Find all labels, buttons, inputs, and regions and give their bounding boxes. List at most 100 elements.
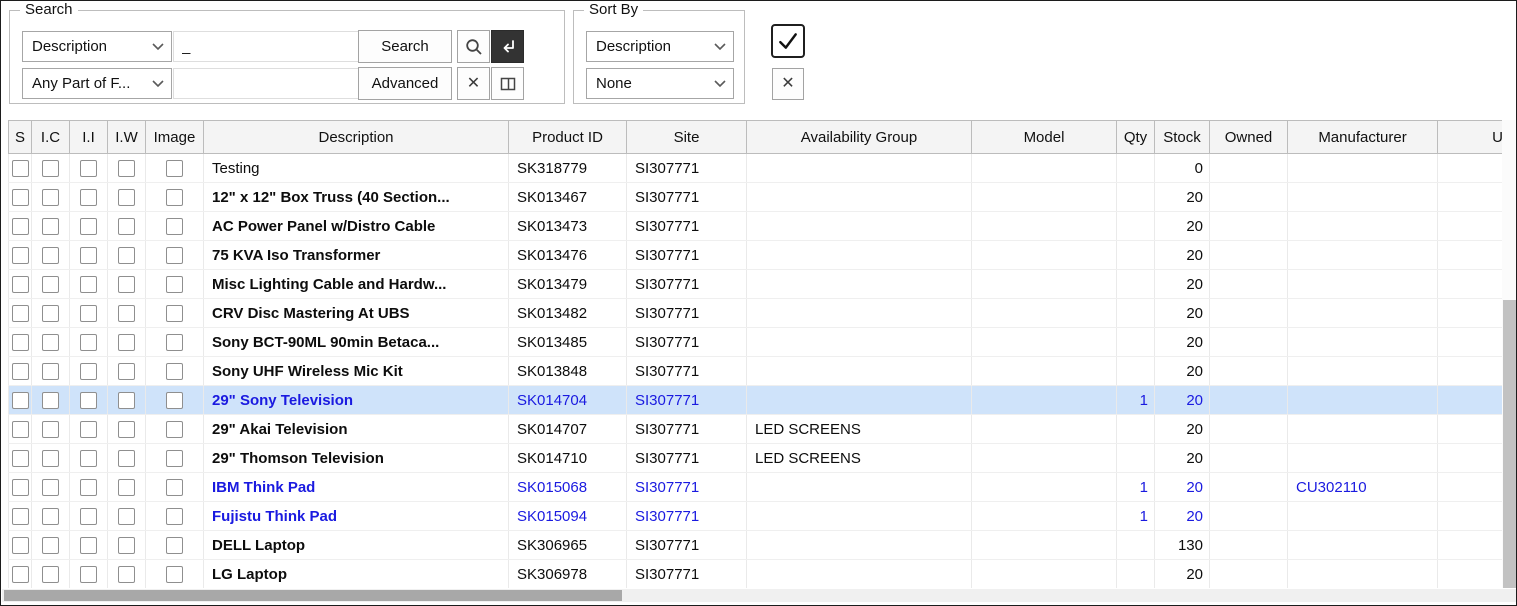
cell-owned[interactable] [1210, 270, 1288, 299]
row-checkbox-ic[interactable] [42, 537, 59, 554]
row-checkbox-iw[interactable] [118, 305, 135, 322]
search-input[interactable] [173, 31, 364, 62]
cell-availability_group[interactable] [747, 328, 972, 357]
cell-product_id[interactable]: SK013479 [509, 270, 627, 299]
cell-stock[interactable]: 20 [1155, 328, 1210, 357]
table-row[interactable]: Sony BCT-90ML 90min Betaca...SK013485SI3… [9, 328, 1503, 357]
cell-availability_group[interactable]: LED SCREENS [747, 444, 972, 473]
cell-model[interactable] [972, 212, 1117, 241]
cell-manufacturer[interactable] [1288, 328, 1438, 357]
column-header-product_id[interactable]: Product ID [509, 121, 627, 154]
row-checkbox-image[interactable] [166, 421, 183, 438]
row-checkbox-ic[interactable] [42, 450, 59, 467]
cell-owned[interactable] [1210, 415, 1288, 444]
cell-qty[interactable] [1117, 531, 1155, 560]
row-checkbox-iw[interactable] [118, 392, 135, 409]
cell-model[interactable] [972, 444, 1117, 473]
table-row[interactable]: 29" Thomson TelevisionSK014710SI307771LE… [9, 444, 1503, 473]
cell-stock[interactable]: 20 [1155, 299, 1210, 328]
advanced-button[interactable]: Advanced [358, 67, 452, 100]
row-checkbox-iw[interactable] [118, 508, 135, 525]
row-checkbox-ic[interactable] [42, 334, 59, 351]
cell-stock[interactable]: 20 [1155, 270, 1210, 299]
cell-stock[interactable]: 20 [1155, 357, 1210, 386]
row-checkbox-s[interactable] [12, 479, 29, 496]
cell-owned[interactable] [1210, 502, 1288, 531]
cell-model[interactable] [972, 357, 1117, 386]
column-header-image[interactable]: Image [146, 121, 204, 154]
cell-owned[interactable] [1210, 183, 1288, 212]
cell-u[interactable] [1438, 560, 1503, 589]
cell-qty[interactable] [1117, 241, 1155, 270]
row-checkbox-ic[interactable] [42, 218, 59, 235]
row-checkbox-s[interactable] [12, 392, 29, 409]
cell-owned[interactable] [1210, 212, 1288, 241]
row-checkbox-image[interactable] [166, 247, 183, 264]
cell-model[interactable] [972, 154, 1117, 183]
cell-qty[interactable]: 1 [1117, 502, 1155, 531]
row-checkbox-ii[interactable] [80, 334, 97, 351]
row-checkbox-image[interactable] [166, 537, 183, 554]
clear-search-button[interactable]: ✕ [457, 67, 490, 100]
cell-u[interactable] [1438, 444, 1503, 473]
row-checkbox-ii[interactable] [80, 450, 97, 467]
cell-qty[interactable]: 1 [1117, 386, 1155, 415]
cell-qty[interactable] [1117, 299, 1155, 328]
cell-qty[interactable]: 1 [1117, 473, 1155, 502]
cell-description[interactable]: Testing [204, 154, 509, 183]
cell-availability_group[interactable] [747, 502, 972, 531]
cell-stock[interactable]: 20 [1155, 386, 1210, 415]
cell-owned[interactable] [1210, 241, 1288, 270]
column-header-description[interactable]: Description [204, 121, 509, 154]
row-checkbox-image[interactable] [166, 276, 183, 293]
row-checkbox-s[interactable] [12, 189, 29, 206]
row-checkbox-image[interactable] [166, 450, 183, 467]
column-header-availability_group[interactable]: Availability Group [747, 121, 972, 154]
cell-site[interactable]: SI307771 [627, 299, 747, 328]
row-checkbox-ii[interactable] [80, 305, 97, 322]
row-checkbox-ii[interactable] [80, 160, 97, 177]
cell-description[interactable]: Fujistu Think Pad [204, 502, 509, 531]
cell-manufacturer[interactable] [1288, 386, 1438, 415]
cell-stock[interactable]: 20 [1155, 212, 1210, 241]
cell-availability_group[interactable]: LED SCREENS [747, 415, 972, 444]
column-header-qty[interactable]: Qty [1117, 121, 1155, 154]
cell-availability_group[interactable] [747, 531, 972, 560]
cell-availability_group[interactable] [747, 357, 972, 386]
row-checkbox-image[interactable] [166, 334, 183, 351]
row-checkbox-iw[interactable] [118, 276, 135, 293]
column-header-s[interactable]: S [9, 121, 32, 154]
column-header-model[interactable]: Model [972, 121, 1117, 154]
column-header-manufacturer[interactable]: Manufacturer [1288, 121, 1438, 154]
row-checkbox-iw[interactable] [118, 363, 135, 380]
column-header-u[interactable]: U [1438, 121, 1503, 154]
row-checkbox-iw[interactable] [118, 218, 135, 235]
cell-description[interactable]: Misc Lighting Cable and Hardw... [204, 270, 509, 299]
table-row[interactable]: 12" x 12" Box Truss (40 Section...SK0134… [9, 183, 1503, 212]
table-row[interactable]: AC Power Panel w/Distro CableSK013473SI3… [9, 212, 1503, 241]
cell-stock[interactable]: 20 [1155, 502, 1210, 531]
cell-stock[interactable]: 20 [1155, 415, 1210, 444]
cell-description[interactable]: 29" Akai Television [204, 415, 509, 444]
cell-owned[interactable] [1210, 154, 1288, 183]
row-checkbox-image[interactable] [166, 508, 183, 525]
table-row[interactable]: DELL LaptopSK306965SI307771130 [9, 531, 1503, 560]
row-checkbox-ii[interactable] [80, 479, 97, 496]
cell-manufacturer[interactable] [1288, 531, 1438, 560]
cell-site[interactable]: SI307771 [627, 212, 747, 241]
cell-qty[interactable] [1117, 154, 1155, 183]
cell-availability_group[interactable] [747, 386, 972, 415]
row-checkbox-ic[interactable] [42, 305, 59, 322]
row-checkbox-ii[interactable] [80, 508, 97, 525]
cell-description[interactable]: Sony BCT-90ML 90min Betaca... [204, 328, 509, 357]
cell-product_id[interactable]: SK013848 [509, 357, 627, 386]
cell-u[interactable] [1438, 270, 1503, 299]
search-button[interactable]: Search [358, 30, 452, 63]
column-header-owned[interactable]: Owned [1210, 121, 1288, 154]
cell-qty[interactable] [1117, 444, 1155, 473]
cell-site[interactable]: SI307771 [627, 386, 747, 415]
row-checkbox-ic[interactable] [42, 479, 59, 496]
row-checkbox-s[interactable] [12, 363, 29, 380]
cell-product_id[interactable]: SK015094 [509, 502, 627, 531]
cell-owned[interactable] [1210, 357, 1288, 386]
